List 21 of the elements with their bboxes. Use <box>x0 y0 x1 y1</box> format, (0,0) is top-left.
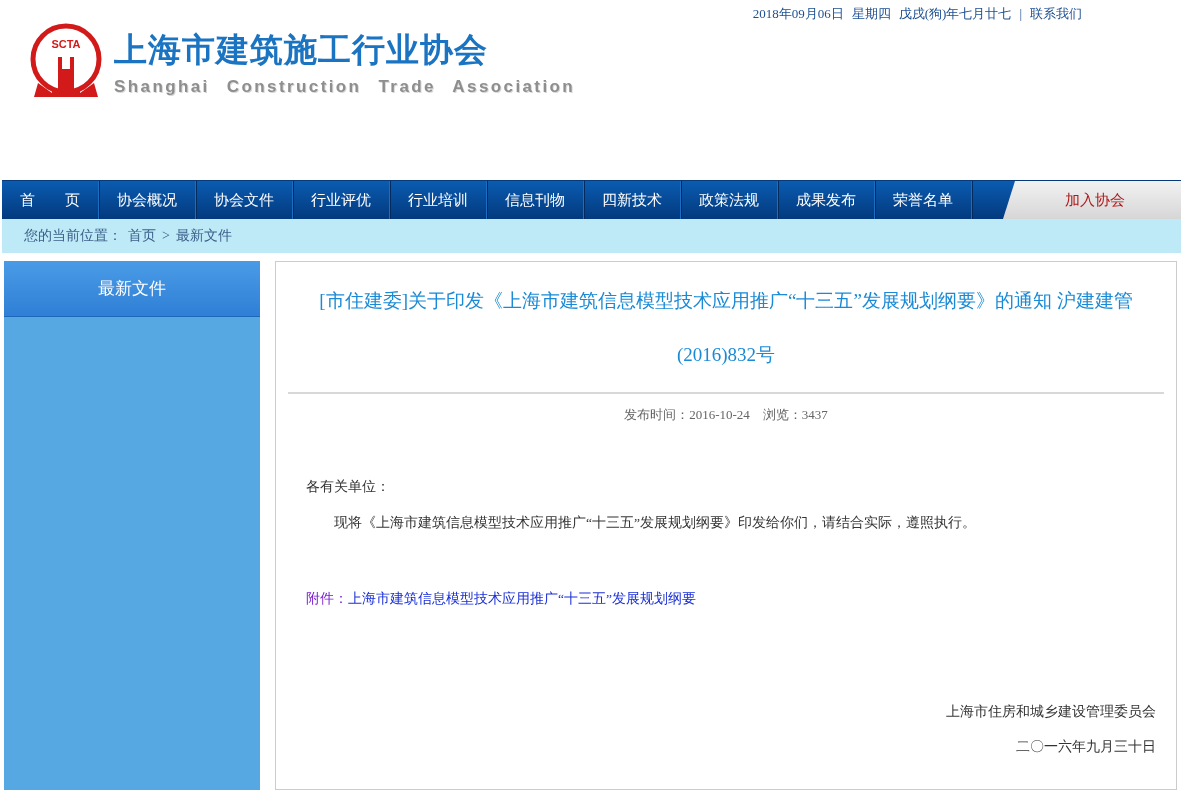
signature-text: 上海市住房和城乡建设管理委员会 <box>945 703 1156 721</box>
separator-text: | <box>1019 6 1022 22</box>
breadcrumb-label: 您的当前位置： <box>24 227 122 245</box>
date-text: 2018年09月06日 <box>752 5 844 23</box>
article-meta: 发布时间：2016-10-24 浏览：3437 <box>623 406 829 424</box>
contact-link[interactable]: 联系我们 <box>1030 5 1082 23</box>
attachment-link[interactable]: 上海市建筑信息模型技术应用推广“十三五”发展规划纲要 <box>348 590 696 608</box>
article-title: [市住建委]关于印发《上海市建筑信息模型技术应用推广“十三五”发展规划纲要》的通知 沪建建管(2016)832号 <box>288 274 1164 394</box>
site-title: 上海市建筑施工行业协会 <box>114 28 489 71</box>
breadcrumb-link[interactable]: 最新文件 <box>175 227 232 245</box>
weekday-text: 星期四 <box>851 5 891 23</box>
breadcrumb-link[interactable]: 首页 <box>128 227 156 245</box>
lunar-date-text: 戊戌(狗)年七月廿七 <box>898 5 1012 23</box>
site-subtitle: Shanghai Construction Trade Association <box>114 76 576 97</box>
breadcrumb-separator: > <box>162 228 170 244</box>
salutation-text: 各有关单位： <box>306 478 391 496</box>
join-button[interactable]: 加入协会 <box>1003 181 1181 219</box>
attachment-label: 附件： <box>306 590 348 608</box>
sidebar-title: 最新文件 <box>4 261 260 317</box>
signature-date: 二〇一六年九月三十日 <box>1015 738 1156 756</box>
body-paragraph: 现将《上海市建筑信息模型技术应用推广“十三五”发展规划纲要》印发给你们，请结合实际，遵照执行。 <box>334 514 977 532</box>
